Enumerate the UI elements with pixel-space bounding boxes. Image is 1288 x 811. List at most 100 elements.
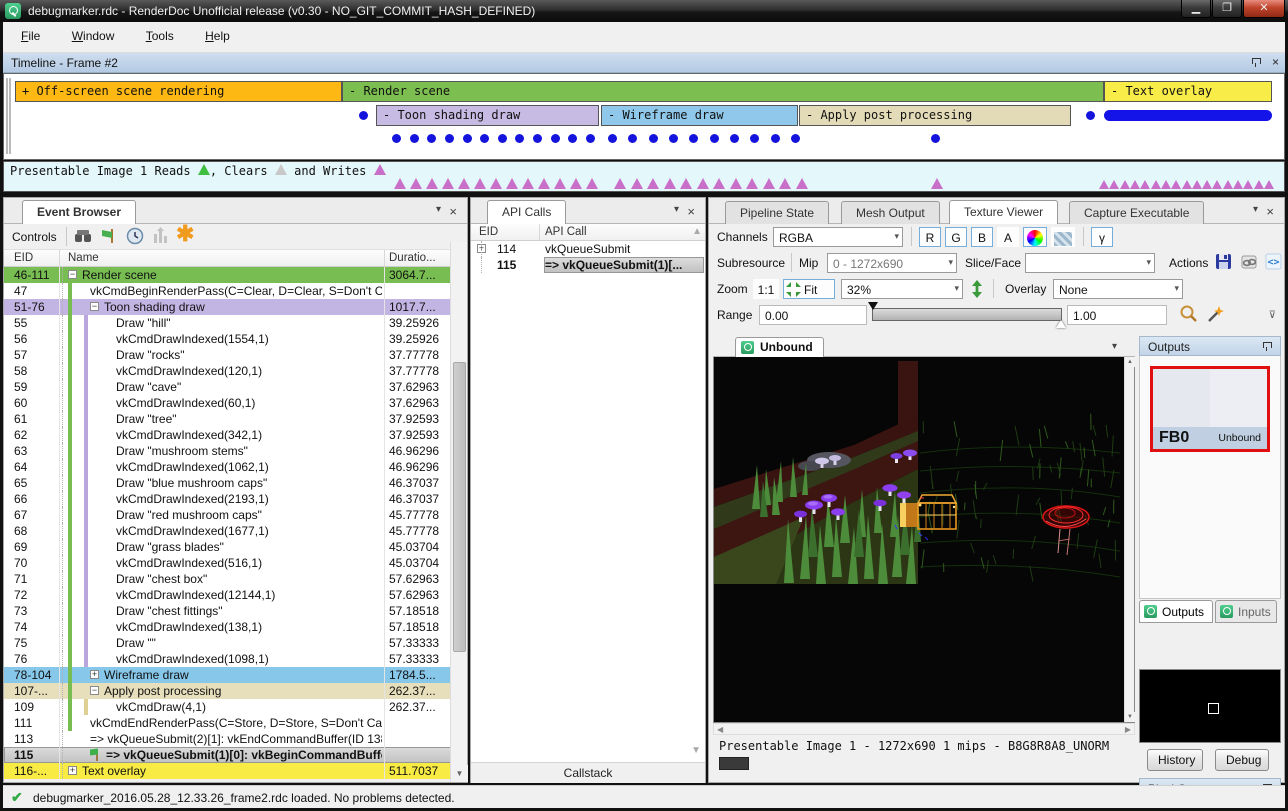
channel-a-button[interactable]: A — [997, 227, 1019, 247]
col-duration[interactable]: Duratio... — [389, 252, 436, 264]
event-row[interactable]: 73Draw "chest fittings"57.18518 — [4, 603, 467, 619]
event-dot[interactable] — [427, 134, 436, 143]
texture-vscrollbar[interactable]: ▲ ▼ — [1124, 357, 1134, 722]
close-icon[interactable]: × — [1266, 204, 1274, 219]
tab-event-browser[interactable]: Event Browser — [22, 200, 136, 224]
event-browser-scrollbar[interactable]: ▼ — [450, 242, 467, 782]
mip-select[interactable]: 0 - 1272x690▾ — [827, 253, 957, 273]
fb0-thumbnail[interactable]: FB0 Unbound — [1150, 366, 1270, 452]
collapse-icon[interactable]: − — [90, 686, 99, 695]
timeline-marker[interactable]: - Text overlay — [1104, 81, 1272, 102]
event-dot[interactable] — [710, 134, 719, 143]
zoom-1to1-button[interactable]: 1:1 — [753, 279, 779, 299]
pin-icon[interactable] — [1251, 57, 1261, 67]
close-icon[interactable]: × — [1272, 56, 1279, 68]
open-link-icon[interactable] — [1240, 253, 1260, 273]
event-dot[interactable] — [1086, 111, 1095, 120]
zoom-level-select[interactable]: 32%▾ — [841, 279, 963, 299]
event-row[interactable]: 116-...+Text overlay511.7037 — [4, 763, 467, 779]
event-dot[interactable] — [689, 134, 698, 143]
expand-icon[interactable]: + — [68, 766, 77, 775]
event-dot[interactable] — [568, 134, 577, 143]
event-row[interactable]: 56vkCmdDrawIndexed(1554,1)39.25926 — [4, 331, 467, 347]
event-dot[interactable] — [791, 134, 800, 143]
tab-inputs[interactable]: Inputs — [1215, 600, 1277, 623]
timeline-marker[interactable]: - Render scene — [342, 81, 1104, 102]
event-row[interactable]: 66vkCmdDrawIndexed(2193,1)46.37037 — [4, 491, 467, 507]
event-row[interactable]: 74vkCmdDrawIndexed(138,1)57.18518 — [4, 619, 467, 635]
autofit-wand-icon[interactable] — [1205, 304, 1225, 324]
event-dot[interactable] — [359, 111, 368, 120]
event-row[interactable]: 59Draw "cave"37.62963 — [4, 379, 467, 395]
chevron-down-icon[interactable]: ▾ — [436, 204, 441, 215]
event-dot[interactable] — [445, 134, 454, 143]
event-row[interactable]: 71Draw "chest box"57.62963 — [4, 571, 467, 587]
history-button[interactable]: History — [1147, 749, 1203, 771]
collapse-icon[interactable]: − — [68, 270, 77, 279]
debug-button[interactable]: Debug — [1215, 749, 1269, 771]
event-dot[interactable] — [498, 134, 507, 143]
expand-icon[interactable]: + — [90, 670, 99, 679]
bookmark-flag-icon[interactable] — [100, 227, 118, 245]
maximize-button[interactable]: ❐ — [1212, 0, 1242, 18]
chevron-down-icon[interactable]: ▾ — [674, 204, 679, 215]
api-call-row[interactable]: +114vkQueueSubmit — [471, 241, 705, 257]
event-row[interactable]: 69Draw "grass blades"45.03704 — [4, 539, 467, 555]
event-row[interactable]: 111vkCmdEndRenderPass(C=Store, D=Store, … — [4, 715, 467, 731]
event-dot[interactable] — [533, 134, 542, 143]
api-call-row[interactable]: 115=> vkQueueSubmit(1)[... — [471, 257, 705, 273]
tab-capture-executable[interactable]: Capture Executable — [1069, 201, 1204, 224]
event-row[interactable]: 55Draw "hill"39.25926 — [4, 315, 467, 331]
event-dot[interactable] — [649, 134, 658, 143]
event-row[interactable]: 47vkCmdBeginRenderPass(C=Clear, D=Clear,… — [4, 283, 467, 299]
event-row[interactable]: 75Draw ""57.33333 — [4, 635, 467, 651]
scroll-left-icon[interactable]: ◀ — [717, 725, 723, 734]
event-dot[interactable] — [586, 134, 595, 143]
event-dot[interactable] — [392, 134, 401, 143]
event-row[interactable]: 70vkCmdDrawIndexed(516,1)45.03704 — [4, 555, 467, 571]
event-dot[interactable] — [730, 134, 739, 143]
grip-handle[interactable] — [6, 78, 8, 154]
time-icon[interactable] — [126, 227, 144, 245]
tab-texture-viewer[interactable]: Texture Viewer — [949, 200, 1058, 224]
duration-column-icon[interactable] — [152, 227, 170, 245]
event-row[interactable]: 72vkCmdDrawIndexed(12144,1)57.62963 — [4, 587, 467, 603]
collapse-icon[interactable]: − — [90, 302, 99, 311]
grip-handle[interactable] — [9, 78, 11, 154]
timeline-marker[interactable]: + Off-screen scene rendering — [15, 81, 342, 102]
timeline-marker[interactable]: - Apply post processing — [799, 105, 1071, 126]
event-row[interactable]: 46-111−Render scene3064.7... — [4, 267, 467, 283]
pixel-context-view[interactable] — [1139, 669, 1281, 743]
timeline-marker[interactable]: - Wireframe draw — [601, 105, 798, 126]
event-row[interactable]: 68vkCmdDrawIndexed(1677,1)45.77778 — [4, 523, 467, 539]
range-max-input[interactable]: 1.00 — [1067, 305, 1167, 325]
event-row[interactable]: 57Draw "rocks"37.77778 — [4, 347, 467, 363]
tab-pipeline-state[interactable]: Pipeline State — [725, 201, 829, 224]
event-row[interactable]: 64vkCmdDrawIndexed(1062,1)46.96296 — [4, 459, 467, 475]
save-icon[interactable] — [1215, 253, 1233, 273]
event-dot[interactable] — [480, 134, 489, 143]
range-slider[interactable] — [872, 308, 1062, 321]
find-icon[interactable] — [74, 228, 93, 245]
event-dot[interactable] — [463, 134, 472, 143]
event-row[interactable]: 65Draw "blue mushroom caps"46.37037 — [4, 475, 467, 491]
range-white-point-handle[interactable] — [1056, 320, 1066, 328]
channel-b-button[interactable]: B — [971, 227, 993, 247]
checkerboard-button[interactable] — [1051, 227, 1075, 247]
event-row[interactable]: 63Draw "mushroom stems"46.96296 — [4, 443, 467, 459]
slice-face-select[interactable]: ▾ — [1025, 253, 1155, 273]
event-dot[interactable] — [551, 134, 560, 143]
event-dot[interactable] — [771, 134, 780, 143]
channel-g-button[interactable]: G — [945, 227, 967, 247]
event-dot[interactable] — [515, 134, 524, 143]
close-button[interactable]: ✕ — [1243, 0, 1285, 18]
overflow-chevron-icon[interactable]: ⊽ — [1269, 310, 1276, 321]
event-row[interactable]: 113=> vkQueueSubmit(2)[1]: vkEndCommandB… — [4, 731, 467, 747]
menu-file[interactable]: File — [11, 22, 50, 43]
event-row[interactable]: 61Draw "tree"37.92593 — [4, 411, 467, 427]
tab-mesh-output[interactable]: Mesh Output — [841, 201, 940, 224]
event-row[interactable]: 60vkCmdDrawIndexed(60,1)37.62963 — [4, 395, 467, 411]
event-dot[interactable] — [608, 134, 617, 143]
bookmark-star-icon[interactable]: ✱ — [176, 221, 194, 247]
event-pill[interactable] — [1104, 110, 1272, 121]
